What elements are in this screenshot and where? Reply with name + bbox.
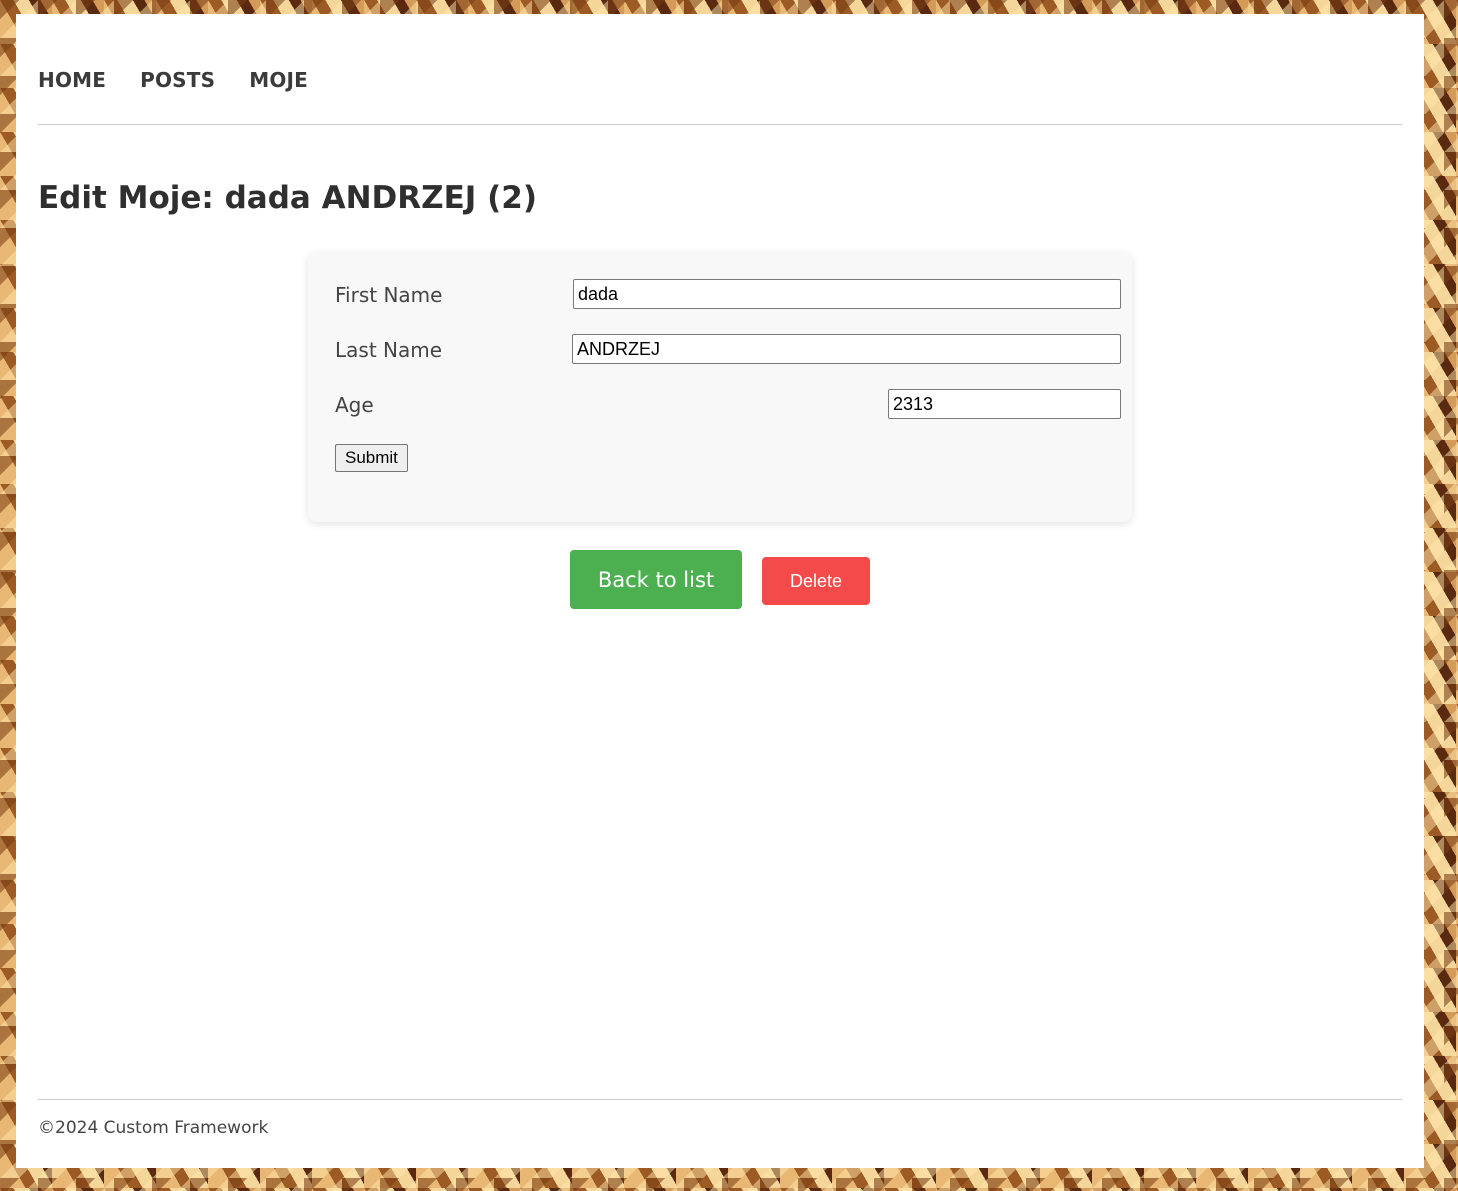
footer-copyright: ©2024 Custom Framework bbox=[38, 1118, 269, 1138]
edit-form: First Name Last Name Age Submit bbox=[308, 252, 1132, 522]
delete-button[interactable]: Delete bbox=[762, 557, 870, 605]
last-name-label: Last Name bbox=[335, 338, 443, 362]
back-to-list-button[interactable]: Back to list bbox=[570, 550, 742, 609]
nav-home-link[interactable]: HOME bbox=[38, 68, 106, 92]
age-input[interactable] bbox=[888, 389, 1121, 419]
age-label: Age bbox=[335, 393, 374, 417]
first-name-label: First Name bbox=[335, 283, 443, 307]
page-title: Edit Moje: dada ANDRZEJ (2) bbox=[38, 180, 538, 216]
nav-moje-link[interactable]: MOJE bbox=[249, 68, 308, 92]
footer-divider bbox=[38, 1099, 1402, 1100]
first-name-input[interactable] bbox=[573, 279, 1121, 309]
main-nav: HOME POSTS MOJE bbox=[38, 68, 308, 92]
submit-button[interactable]: Submit bbox=[335, 444, 408, 472]
page-container: HOME POSTS MOJE Edit Moje: dada ANDRZEJ … bbox=[16, 14, 1424, 1168]
nav-posts-link[interactable]: POSTS bbox=[140, 68, 215, 92]
last-name-input[interactable] bbox=[572, 334, 1121, 364]
header-divider bbox=[38, 124, 1402, 125]
